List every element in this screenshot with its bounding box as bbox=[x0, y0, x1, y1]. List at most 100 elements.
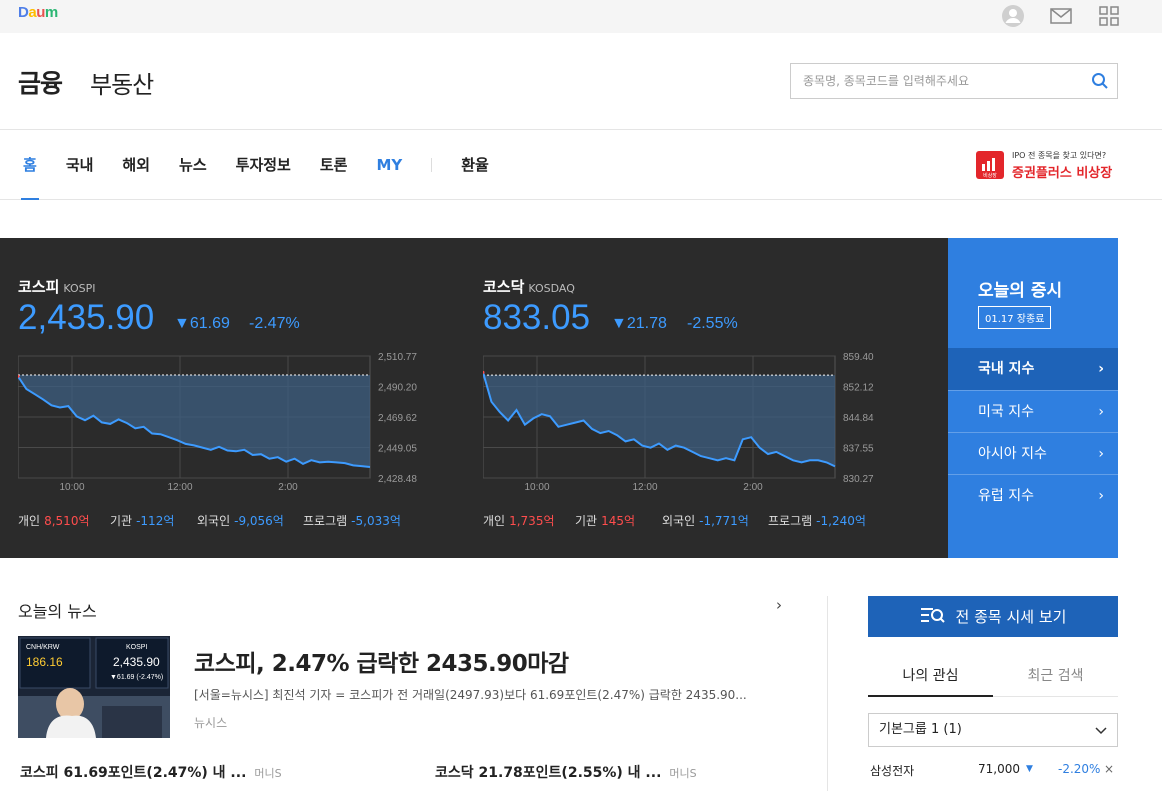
investor-item: 기관 -112억 bbox=[110, 512, 174, 529]
watchlist-row[interactable]: 삼성전자 71,000 ▼ -2.20% × bbox=[868, 762, 1118, 780]
nav-overseas[interactable]: 해외 bbox=[122, 155, 150, 175]
news-heading: 오늘의 뉴스 bbox=[18, 602, 97, 621]
nav-invest-info[interactable]: 투자정보 bbox=[236, 155, 291, 175]
investor-item: 외국인 -9,056억 bbox=[197, 512, 284, 529]
investor-item: 개인 8,510억 bbox=[18, 512, 90, 529]
svg-text:186.16: 186.16 bbox=[26, 655, 63, 669]
ipo-banner[interactable]: 비상장 IPO 전 종목을 찾고 있다면? 증권플러스 비상장 bbox=[976, 148, 1126, 184]
tab-recent-search[interactable]: 최근 검색 bbox=[993, 656, 1118, 697]
y-tick-label: 2,510.77 bbox=[378, 352, 417, 363]
watch-group-select[interactable]: 기본그룹 1 (1) bbox=[868, 713, 1118, 747]
search-input[interactable] bbox=[791, 64, 1071, 98]
y-tick-label: 837.55 bbox=[843, 444, 874, 455]
kospi-name: 코스피 bbox=[18, 278, 60, 296]
investor-item: 외국인 -1,771억 bbox=[662, 512, 749, 529]
user-avatar-icon[interactable] bbox=[1000, 3, 1026, 29]
all-stocks-button[interactable]: 전 종목 시세 보기 bbox=[868, 596, 1118, 637]
svg-text:▼61.69 (-2.47%): ▼61.69 (-2.47%) bbox=[110, 674, 163, 681]
kospi-name-en: KOSPI bbox=[63, 282, 96, 295]
news-source: 뉴시스 bbox=[194, 716, 228, 730]
kospi-chart[interactable]: 2,510.77 2,490.20 2,469.62 2,449.05 2,428.48… bbox=[18, 350, 428, 490]
investor-value: -1,771억 bbox=[699, 514, 749, 528]
top-bar: Daum bbox=[0, 0, 1162, 33]
side-item-label: 아시아 지수 bbox=[978, 446, 1047, 462]
realestate-link[interactable]: 부동산 bbox=[90, 65, 154, 100]
side-item-domestic-index[interactable]: 국내 지수 › bbox=[948, 348, 1118, 390]
mail-icon[interactable] bbox=[1048, 3, 1074, 29]
investor-label: 기관 bbox=[110, 514, 133, 528]
x-tick-label: 2:00 bbox=[278, 482, 298, 490]
site-header: 금융 부동산 bbox=[0, 33, 1162, 130]
svg-text:CNH/KRW: CNH/KRW bbox=[26, 644, 60, 651]
down-arrow-icon: ▼ bbox=[1026, 764, 1033, 774]
chevron-right-icon: › bbox=[1098, 404, 1104, 420]
investor-label: 개인 bbox=[18, 514, 41, 528]
investor-value: -112억 bbox=[136, 514, 175, 528]
sub-news-item[interactable]: 코스닥 21.78포인트(2.55%) 내 ... 머니S bbox=[435, 762, 697, 782]
kosdaq-name: 코스닥 bbox=[483, 278, 525, 296]
svg-text:KOSPI: KOSPI bbox=[126, 644, 147, 651]
investor-label: 기관 bbox=[575, 514, 598, 528]
nav-discussion[interactable]: 토론 bbox=[320, 155, 348, 175]
investor-label: 프로그램 bbox=[303, 514, 348, 528]
kosdaq-name-en: KOSDAQ bbox=[528, 282, 575, 295]
investor-value: 145억 bbox=[601, 514, 636, 528]
nav-my[interactable]: MY bbox=[376, 155, 402, 175]
today-market-panel: 오늘의 증시 01.17 장종료 국내 지수 › 미국 지수 › 아시아 지수 › 유… bbox=[948, 238, 1118, 558]
investor-item: 프로그램 -5,033억 bbox=[303, 512, 401, 529]
kospi-value: 2,435.90 bbox=[18, 298, 155, 337]
nav-exchange[interactable]: 환율 bbox=[461, 155, 489, 175]
market-status-badge: 01.17 장종료 bbox=[978, 306, 1052, 329]
news-thumbnail[interactable]: CNH/KRW 186.16 KOSPI 2,435.90 ▼61.69 (-2… bbox=[18, 636, 170, 738]
y-tick-label: 2,449.05 bbox=[378, 444, 417, 455]
list-search-icon bbox=[920, 606, 946, 628]
side-item-us-index[interactable]: 미국 지수 › bbox=[948, 390, 1118, 432]
remove-icon[interactable]: × bbox=[1104, 762, 1114, 776]
y-tick-label: 844.84 bbox=[843, 413, 874, 424]
watch-stock-percent: -2.20% bbox=[1058, 762, 1101, 776]
today-market-title: 오늘의 증시 bbox=[978, 281, 1063, 301]
watch-group-label: 기본그룹 1 (1) bbox=[879, 722, 962, 737]
x-tick-label: 10:00 bbox=[59, 482, 84, 490]
nav-news[interactable]: 뉴스 bbox=[179, 155, 207, 175]
sub-news-item[interactable]: 코스피 61.69포인트(2.47%) 내 ... 머니S bbox=[20, 762, 282, 782]
chevron-right-icon: › bbox=[1098, 488, 1104, 504]
svg-text:2,435.90: 2,435.90 bbox=[113, 655, 160, 669]
grid-menu-icon[interactable] bbox=[1096, 3, 1122, 29]
tab-my-watchlist[interactable]: 나의 관심 bbox=[868, 656, 993, 697]
y-tick-label: 2,428.48 bbox=[378, 474, 417, 485]
investor-label: 개인 bbox=[483, 514, 506, 528]
y-tick-label: 2,490.20 bbox=[378, 383, 417, 394]
x-tick-label: 2:00 bbox=[743, 482, 763, 490]
investor-item: 개인 1,735억 bbox=[483, 512, 555, 529]
nav-domestic[interactable]: 국내 bbox=[66, 155, 94, 175]
news-more-chevron-icon[interactable]: › bbox=[776, 596, 782, 614]
news-headline[interactable]: 코스피, 2.47% 급락한 2435.90마감 bbox=[194, 644, 569, 678]
news-summary[interactable]: [서울=뉴시스] 최진석 기자 = 코스피가 전 거래일(2497.93)보다 … bbox=[194, 686, 794, 703]
finance-title[interactable]: 금융 bbox=[18, 64, 63, 100]
investor-label: 프로그램 bbox=[768, 514, 813, 528]
investor-label: 외국인 bbox=[197, 514, 231, 528]
investor-value: -1,240억 bbox=[816, 514, 866, 528]
side-item-label: 유럽 지수 bbox=[978, 488, 1034, 504]
kosdaq-chart[interactable]: 859.40 852.12 844.84 837.55 830.27 10:00 12:00… bbox=[483, 350, 893, 490]
investor-value: -9,056억 bbox=[234, 514, 284, 528]
side-item-label: 국내 지수 bbox=[978, 361, 1035, 377]
nav-home[interactable]: 홈 bbox=[21, 155, 39, 200]
side-item-asia-index[interactable]: 아시아 지수 › bbox=[948, 432, 1118, 474]
column-divider bbox=[827, 596, 828, 791]
ipo-big-text: 증권플러스 비상장 bbox=[1012, 166, 1113, 181]
sub-news-title: 코스피 61.69포인트(2.47%) 내 ... bbox=[20, 765, 247, 781]
search-box bbox=[790, 63, 1118, 99]
x-tick-label: 10:00 bbox=[524, 482, 549, 490]
search-icon[interactable] bbox=[1091, 72, 1109, 94]
daum-logo[interactable]: Daum bbox=[18, 4, 58, 21]
side-item-europe-index[interactable]: 유럽 지수 › bbox=[948, 474, 1118, 516]
watch-stock-name: 삼성전자 bbox=[870, 764, 915, 778]
investor-label: 외국인 bbox=[662, 514, 696, 528]
kospi-block[interactable]: 코스피 KOSPI 2,435.90 ▼61.69 -2.47% bbox=[18, 276, 300, 337]
kosdaq-block[interactable]: 코스닥 KOSDAQ 833.05 ▼21.78 -2.55% bbox=[483, 276, 738, 337]
kospi-percent: -2.47% bbox=[249, 315, 300, 332]
kosdaq-percent: -2.55% bbox=[687, 315, 738, 332]
sub-news-source: 머니S bbox=[669, 767, 697, 780]
